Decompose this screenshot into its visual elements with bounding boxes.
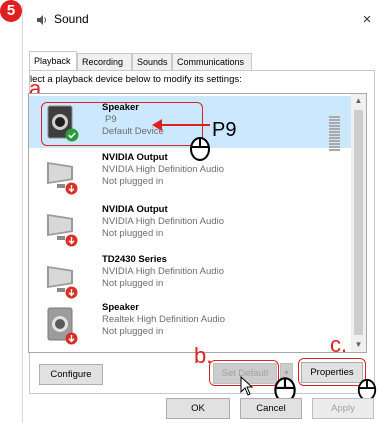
mouse-click-icon	[190, 137, 210, 161]
device-item-speaker-realtek[interactable]: Speaker Realtek High Definition Audio No…	[29, 298, 352, 350]
device-status: Not plugged in	[102, 228, 164, 239]
tab-playback[interactable]: Playback	[29, 51, 77, 70]
apply-button[interactable]: Apply	[312, 398, 374, 419]
unplugged-icon	[65, 234, 78, 247]
volume-meter	[329, 116, 340, 152]
speaker-icon	[37, 15, 46, 25]
tab-sounds[interactable]: Sounds	[132, 53, 172, 70]
device-name: TD2430 Series	[102, 254, 167, 265]
list-scrollbar[interactable]: ▲ ▼	[351, 94, 366, 352]
ok-button[interactable]: OK	[166, 398, 230, 419]
device-name: NVIDIA Output	[102, 152, 168, 163]
scroll-down-icon[interactable]: ▼	[351, 338, 366, 352]
device-status: Not plugged in	[102, 326, 164, 337]
device-status: Not plugged in	[102, 278, 164, 289]
p9-callout-label: P9	[212, 119, 237, 141]
device-name: Speaker	[102, 302, 139, 313]
device-subtitle: NVIDIA High Definition Audio	[102, 164, 224, 175]
device-subtitle: Realtek High Definition Audio	[102, 314, 226, 325]
configure-button[interactable]: Configure	[39, 364, 103, 385]
scroll-up-icon[interactable]: ▲	[351, 94, 366, 108]
arrow-cursor-icon	[240, 376, 254, 396]
device-name: NVIDIA Output	[102, 204, 168, 215]
annotation-c: c.	[330, 332, 348, 357]
device-item-nvidia-output-2[interactable]: NVIDIA Output NVIDIA High Definition Aud…	[29, 200, 352, 252]
step-badge: 5	[0, 0, 22, 22]
properties-button[interactable]: Properties	[301, 362, 363, 383]
device-status: Not plugged in	[102, 176, 164, 187]
device-subtitle: NVIDIA High Definition Audio	[102, 216, 224, 227]
scroll-thumb[interactable]	[354, 110, 363, 335]
tab-communications[interactable]: Communications	[172, 53, 252, 70]
device-item-td2430[interactable]: TD2430 Series NVIDIA High Definition Aud…	[29, 252, 352, 304]
device-subtitle: NVIDIA High Definition Audio	[102, 266, 224, 277]
close-button[interactable]: ×	[357, 10, 377, 30]
close-icon: ×	[362, 11, 372, 28]
instruction-text: lect a playback device below to modify i…	[30, 74, 242, 85]
window-title: Sound	[54, 12, 89, 26]
callout-arrow-icon	[152, 119, 210, 131]
tab-recording[interactable]: Recording	[77, 53, 132, 70]
title-bar: Sound ×	[23, 5, 378, 35]
unplugged-icon	[65, 182, 78, 195]
unplugged-icon	[65, 332, 78, 345]
cancel-button[interactable]: Cancel	[240, 398, 302, 419]
